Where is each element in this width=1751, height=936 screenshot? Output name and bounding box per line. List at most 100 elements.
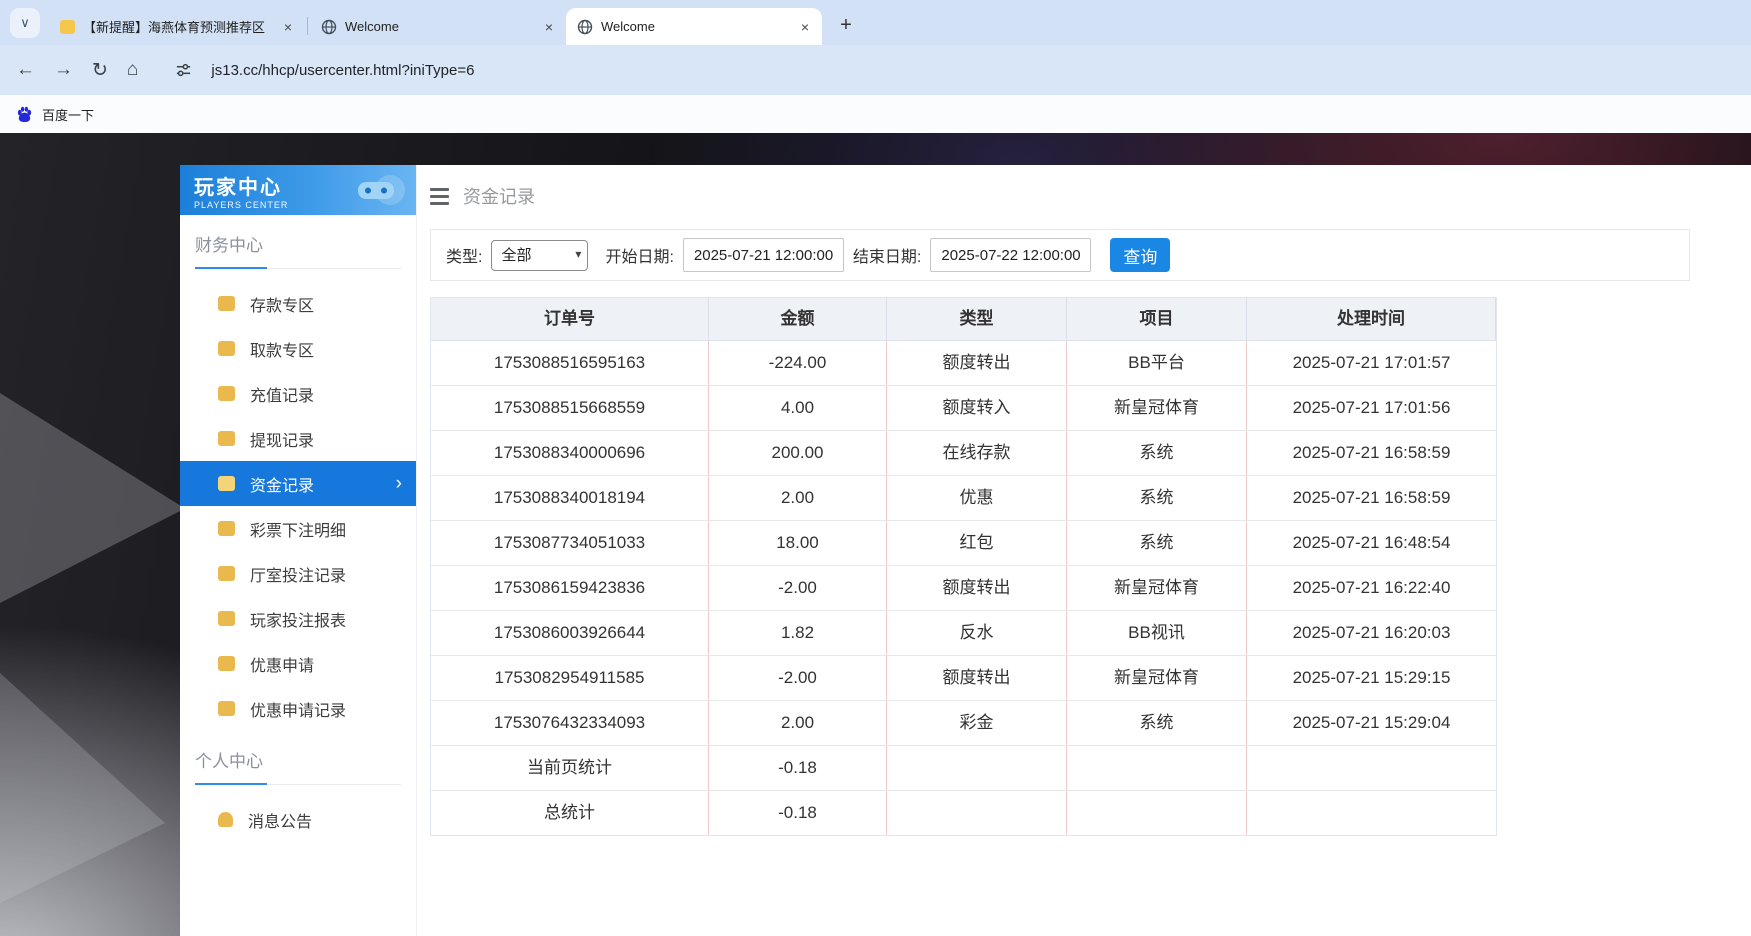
close-tab-icon[interactable]: × — [540, 18, 558, 36]
recharge-record-icon — [218, 386, 235, 401]
sidebar-nav-personal: 消息公告 — [180, 797, 416, 842]
close-tab-icon[interactable]: × — [796, 18, 814, 36]
background-decoration — [0, 393, 185, 603]
cell-project: BB平台 — [1067, 341, 1247, 385]
bookmark-baidu[interactable]: 百度一下 — [15, 105, 94, 124]
bell-icon — [218, 812, 233, 827]
page-background: 玩家中心 PLAYERS CENTER 财务中心 存款专区 取款专区 — [0, 133, 1751, 936]
cell-amount: -2.00 — [709, 566, 887, 610]
col-header-type: 类型 — [887, 298, 1067, 340]
cell-type: 反水 — [887, 611, 1067, 655]
sidebar-item-lottery-bet-details[interactable]: 彩票下注明细 — [180, 506, 416, 551]
home-icon[interactable]: ⌂ — [127, 59, 138, 81]
cell-order-no: 1753088340018194 — [431, 476, 709, 520]
sidebar-item-withdrawal-records[interactable]: 提现记录 — [180, 416, 416, 461]
bookmark-label: 百度一下 — [42, 105, 94, 124]
type-select[interactable]: 全部 — [491, 240, 588, 271]
sidebar-item-player-bet-reports[interactable]: 玩家投注报表 — [180, 596, 416, 641]
sidebar-item-message-announcements[interactable]: 消息公告 — [180, 797, 416, 842]
cell-order-no: 1753088340000696 — [431, 431, 709, 475]
table-row: 1753082954911585 -2.00 额度转出 新皇冠体育 2025-0… — [431, 656, 1496, 701]
url-text[interactable]: js13.cc/hhcp/usercenter.html?iniType=6 — [211, 62, 474, 79]
background-decoration — [0, 653, 165, 903]
tab-title: 【新提醒】海燕体育预测推荐区 — [83, 17, 271, 36]
table-row: 1753088515668559 4.00 额度转入 新皇冠体育 2025-07… — [431, 386, 1496, 431]
bookmarks-bar: 百度一下 — [0, 95, 1751, 133]
cell-type: 彩金 — [887, 701, 1067, 745]
sidebar-item-label: 消息公告 — [248, 808, 312, 832]
start-date-input[interactable] — [683, 238, 844, 272]
cell-time: 2025-07-21 15:29:15 — [1247, 656, 1496, 700]
end-date-input[interactable] — [930, 238, 1091, 272]
sidebar-item-deposit-zone[interactable]: 存款专区 — [180, 281, 416, 326]
cell-time: 2025-07-21 16:48:54 — [1247, 521, 1496, 565]
chevron-down-icon: ∨ — [20, 15, 30, 31]
cell-type: 红包 — [887, 521, 1067, 565]
table-row: 1753088340018194 2.00 优惠 系统 2025-07-21 1… — [431, 476, 1496, 521]
player-bet-report-icon — [218, 611, 235, 626]
main-content: 资金记录 类型: 全部 ▾ 开始日期: 结束日期: 查询 — [417, 165, 1751, 936]
table-row: 1753076432334093 2.00 彩金 系统 2025-07-21 1… — [431, 701, 1496, 746]
cell-amount: 2.00 — [709, 701, 887, 745]
sidebar-item-recharge-records[interactable]: 充值记录 — [180, 371, 416, 416]
deposit-icon — [218, 296, 235, 311]
cell-order-no: 1753088516595163 — [431, 341, 709, 385]
site-info-icon[interactable] — [175, 62, 192, 79]
baidu-paw-icon — [15, 105, 34, 124]
reload-icon[interactable]: ↻ — [92, 59, 108, 82]
cell-time: 2025-07-21 16:58:59 — [1247, 476, 1496, 520]
summary-amount: -0.18 — [709, 746, 887, 790]
sidebar-item-label: 充值记录 — [250, 382, 314, 406]
screen: ∨ 【新提醒】海燕体育预测推荐区 × Welcome × Welcome — [0, 0, 1751, 936]
back-icon[interactable]: ← — [16, 59, 35, 81]
browser-tab-2[interactable]: Welcome × — [310, 8, 566, 45]
new-tab-button[interactable]: + — [832, 11, 860, 39]
table-summary-row-page: 当前页统计 -0.18 — [431, 746, 1496, 791]
cell-amount: 1.82 — [709, 611, 887, 655]
table-row: 1753088340000696 200.00 在线存款 系统 2025-07-… — [431, 431, 1496, 476]
sidebar-item-label: 提现记录 — [250, 427, 314, 451]
cell-time: 2025-07-21 16:20:03 — [1247, 611, 1496, 655]
sidebar-nav: 存款专区 取款专区 充值记录 提现记录 — [180, 281, 416, 731]
cell-order-no: 1753087734051033 — [431, 521, 709, 565]
browser-tab-3-active[interactable]: Welcome × — [566, 8, 822, 45]
sidebar-item-hall-bet-records[interactable]: 厅室投注记录 — [180, 551, 416, 596]
sidebar-item-promo-apply-records[interactable]: 优惠申请记录 — [180, 686, 416, 731]
forward-icon[interactable]: → — [54, 59, 73, 81]
search-button[interactable]: 查询 — [1110, 238, 1170, 272]
sidebar-item-promo-apply[interactable]: 优惠申请 — [180, 641, 416, 686]
summary-amount: -0.18 — [709, 791, 887, 835]
cell-time: 2025-07-21 15:29:04 — [1247, 701, 1496, 745]
sidebar-item-withdraw-zone[interactable]: 取款专区 — [180, 326, 416, 371]
filter-bar: 类型: 全部 ▾ 开始日期: 结束日期: 查询 — [430, 229, 1690, 281]
cell-amount: -2.00 — [709, 656, 887, 700]
cell-project: 新皇冠体育 — [1067, 656, 1247, 700]
close-tab-icon[interactable]: × — [279, 18, 297, 36]
cell-amount: 200.00 — [709, 431, 887, 475]
sidebar-item-label: 彩票下注明细 — [250, 517, 346, 541]
promo-apply-icon — [218, 656, 235, 671]
sidebar-item-label: 玩家投注报表 — [250, 607, 346, 631]
summary-empty-cell — [1247, 791, 1496, 835]
browser-tab-1[interactable]: 【新提醒】海燕体育预测推荐区 × — [49, 8, 305, 45]
cell-project: 系统 — [1067, 701, 1247, 745]
cell-type: 在线存款 — [887, 431, 1067, 475]
sidebar-section-finance: 财务中心 — [195, 231, 401, 269]
browser-chrome: ∨ 【新提醒】海燕体育预测推荐区 × Welcome × Welcome — [0, 0, 1751, 133]
type-label: 类型: — [446, 243, 482, 267]
cell-project: 系统 — [1067, 431, 1247, 475]
sidebar-item-label: 优惠申请记录 — [250, 697, 346, 721]
tab-search-button[interactable]: ∨ — [10, 8, 40, 38]
funds-record-table: 订单号 金额 类型 项目 处理时间 1753088516595163 -224.… — [430, 297, 1497, 836]
cell-type: 额度转出 — [887, 566, 1067, 610]
page-title: 资金记录 — [463, 183, 535, 209]
sidebar-item-funds-records[interactable]: 资金记录 › — [180, 461, 416, 506]
hamburger-menu-icon[interactable] — [430, 188, 449, 205]
cell-order-no: 1753088515668559 — [431, 386, 709, 430]
cell-type: 优惠 — [887, 476, 1067, 520]
sidebar-section-personal: 个人中心 — [195, 747, 401, 785]
table-row: 1753088516595163 -224.00 额度转出 BB平台 2025-… — [431, 341, 1496, 386]
chevron-right-icon: › — [396, 473, 402, 495]
content-header: 资金记录 — [430, 175, 1690, 217]
cell-amount: 18.00 — [709, 521, 887, 565]
